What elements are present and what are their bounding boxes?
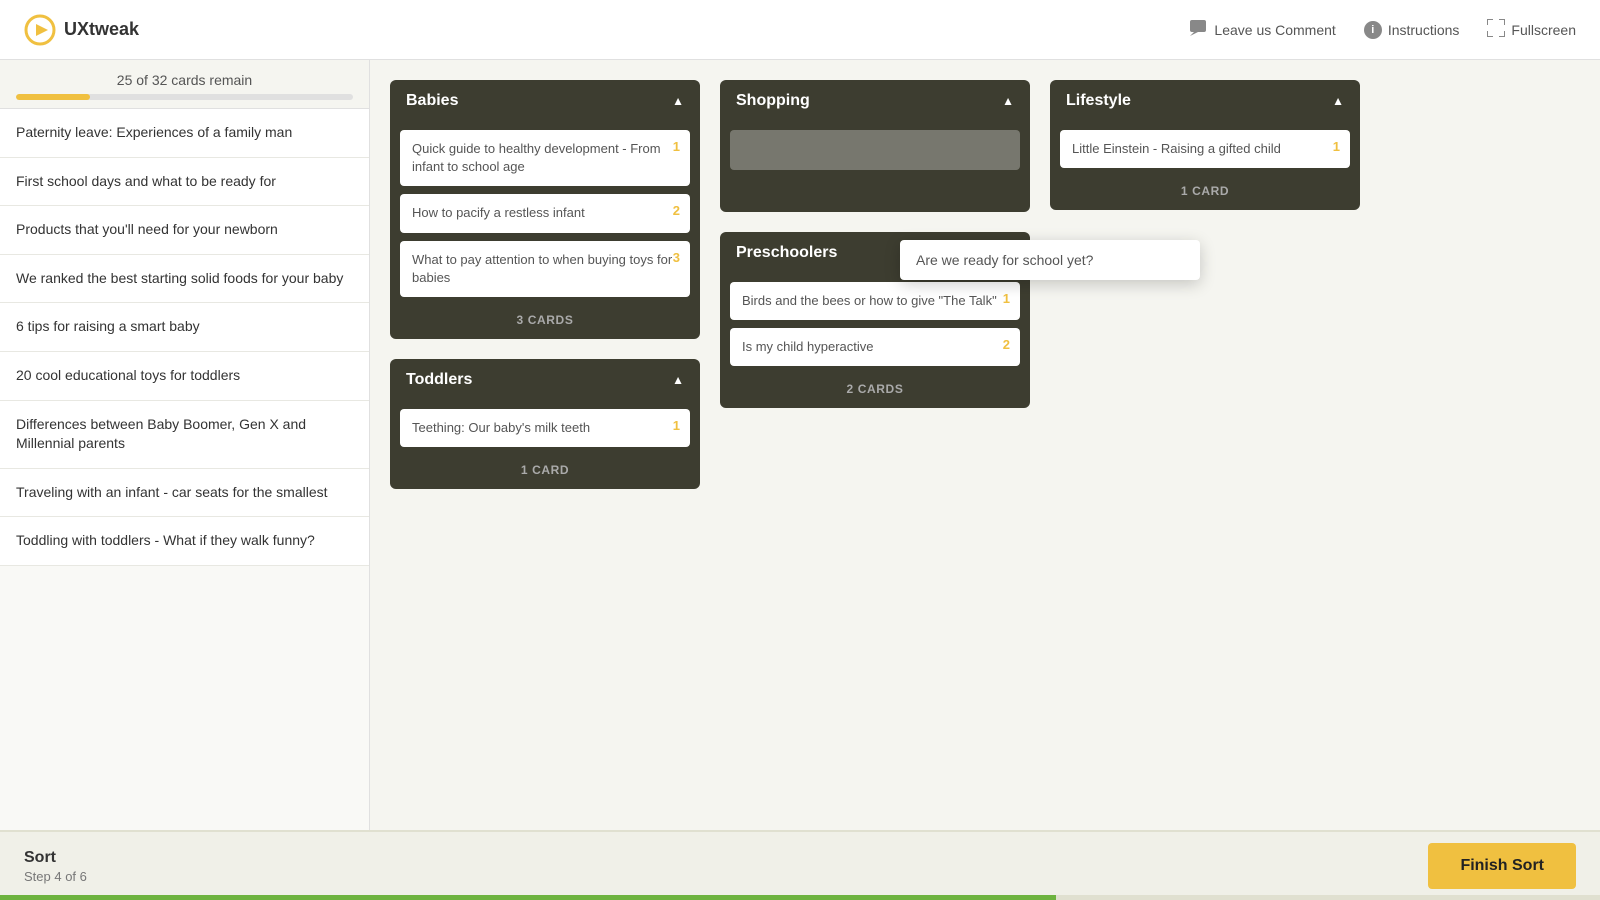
list-item[interactable]: Toddling with toddlers - What if they wa… — [0, 517, 369, 566]
footer-progress-bar — [0, 895, 1600, 900]
category-preschoolers-footer: 2 CARDS — [720, 374, 1030, 408]
card-list[interactable]: Paternity leave: Experiences of a family… — [0, 109, 369, 830]
category-toddlers-header[interactable]: Toddlers ▲ — [390, 359, 700, 401]
list-item[interactable]: Differences between Baby Boomer, Gen X a… — [0, 401, 369, 469]
list-item[interactable]: First school days and what to be ready f… — [0, 158, 369, 207]
category-preschoolers-header[interactable]: Preschoolers ▲ — [720, 232, 1030, 274]
footer-progress-fill — [0, 895, 1056, 900]
list-item[interactable]: Traveling with an infant - car seats for… — [0, 469, 369, 518]
fullscreen-label: Fullscreen — [1511, 22, 1576, 38]
chevron-up-icon: ▲ — [1332, 94, 1344, 108]
instructions-label: Instructions — [1388, 22, 1460, 38]
category-preschoolers-title: Preschoolers — [736, 244, 837, 262]
category-preschoolers: Preschoolers ▲ Birds and the bees or how… — [720, 232, 1030, 408]
list-item[interactable]: We ranked the best starting solid foods … — [0, 255, 369, 304]
category-toddlers-footer: 1 CARD — [390, 455, 700, 489]
category-babies-footer: 3 CARDS — [390, 305, 700, 339]
category-col-2: Shopping ▲ 0 CARDS Preschoolers ▲ — [720, 80, 1030, 408]
category-lifestyle-body: Little Einstein - Raising a gifted child… — [1050, 122, 1360, 176]
footer-step: Sort Step 4 of 6 — [24, 849, 87, 884]
logo-area: UXtweak — [24, 14, 139, 46]
list-item[interactable]: 6 tips for raising a smart baby — [0, 303, 369, 352]
chevron-up-icon: ▲ — [1002, 246, 1014, 260]
instructions-button[interactable]: i Instructions — [1364, 21, 1460, 39]
categories-grid: Babies ▲ Quick guide to healthy developm… — [390, 80, 1580, 489]
category-babies-title: Babies — [406, 92, 458, 110]
fullscreen-button[interactable]: Fullscreen — [1487, 19, 1576, 40]
sort-card[interactable]: Is my child hyperactive 2 — [730, 328, 1020, 366]
cards-remain-text: 25 of 32 cards remain — [117, 72, 252, 88]
category-shopping-header[interactable]: Shopping ▲ — [720, 80, 1030, 122]
sort-card-empty — [730, 130, 1020, 170]
category-lifestyle-footer: 1 CARD — [1050, 176, 1360, 210]
finish-sort-button[interactable]: Finish Sort — [1428, 843, 1576, 889]
category-col-3: Lifestyle ▲ Little Einstein - Raising a … — [1050, 80, 1360, 210]
leave-comment-label: Leave us Comment — [1214, 22, 1335, 38]
category-col-1: Babies ▲ Quick guide to healthy developm… — [390, 80, 700, 489]
expand-icon — [1487, 19, 1505, 40]
sort-label: Sort — [24, 849, 87, 867]
sort-card[interactable]: How to pacify a restless infant 2 — [400, 194, 690, 232]
logo-icon — [24, 14, 56, 46]
chevron-up-icon: ▲ — [672, 373, 684, 387]
header-actions: Leave us Comment i Instructions Fullscre… — [1190, 19, 1576, 40]
category-babies-body: Quick guide to healthy development - Fro… — [390, 122, 700, 305]
category-shopping-title: Shopping — [736, 92, 810, 110]
footer-bar: Sort Step 4 of 6 Finish Sort — [0, 830, 1600, 900]
category-toddlers-title: Toddlers — [406, 371, 472, 389]
category-preschoolers-body: Birds and the bees or how to give "The T… — [720, 274, 1030, 374]
category-babies-header[interactable]: Babies ▲ — [390, 80, 700, 122]
main-layout: 25 of 32 cards remain Paternity leave: E… — [0, 60, 1600, 830]
leave-comment-button[interactable]: Leave us Comment — [1190, 20, 1335, 39]
chevron-up-icon: ▲ — [1002, 94, 1014, 108]
sort-card[interactable]: Teething: Our baby's milk teeth 1 — [400, 409, 690, 447]
sort-card[interactable]: Little Einstein - Raising a gifted child… — [1060, 130, 1350, 168]
sort-area: Babies ▲ Quick guide to healthy developm… — [370, 60, 1600, 830]
list-item[interactable]: 20 cool educational toys for toddlers — [0, 352, 369, 401]
info-icon: i — [1364, 21, 1382, 39]
category-toddlers: Toddlers ▲ Teething: Our baby's milk tee… — [390, 359, 700, 489]
sort-card[interactable]: Birds and the bees or how to give "The T… — [730, 282, 1020, 320]
sort-card[interactable]: What to pay attention to when buying toy… — [400, 241, 690, 297]
sidebar: 25 of 32 cards remain Paternity leave: E… — [0, 60, 370, 830]
step-label: Step 4 of 6 — [24, 869, 87, 884]
list-item[interactable]: Products that you'll need for your newbo… — [0, 206, 369, 255]
header: UXtweak Leave us Comment i Instructions … — [0, 0, 1600, 60]
category-babies: Babies ▲ Quick guide to healthy developm… — [390, 80, 700, 339]
logo-text: UXtweak — [64, 19, 139, 40]
sort-card[interactable]: Quick guide to healthy development - Fro… — [400, 130, 690, 186]
category-shopping-body — [720, 122, 1030, 178]
cards-progress-bar — [16, 94, 353, 100]
comment-icon — [1190, 20, 1208, 39]
category-shopping: Shopping ▲ 0 CARDS — [720, 80, 1030, 212]
cards-remain-section: 25 of 32 cards remain — [0, 60, 369, 109]
category-lifestyle-title: Lifestyle — [1066, 92, 1131, 110]
chevron-up-icon: ▲ — [672, 94, 684, 108]
category-toddlers-body: Teething: Our baby's milk teeth 1 — [390, 401, 700, 455]
category-lifestyle-header[interactable]: Lifestyle ▲ — [1050, 80, 1360, 122]
category-lifestyle: Lifestyle ▲ Little Einstein - Raising a … — [1050, 80, 1360, 210]
list-item[interactable]: Paternity leave: Experiences of a family… — [0, 109, 369, 158]
cards-progress-fill — [16, 94, 90, 100]
